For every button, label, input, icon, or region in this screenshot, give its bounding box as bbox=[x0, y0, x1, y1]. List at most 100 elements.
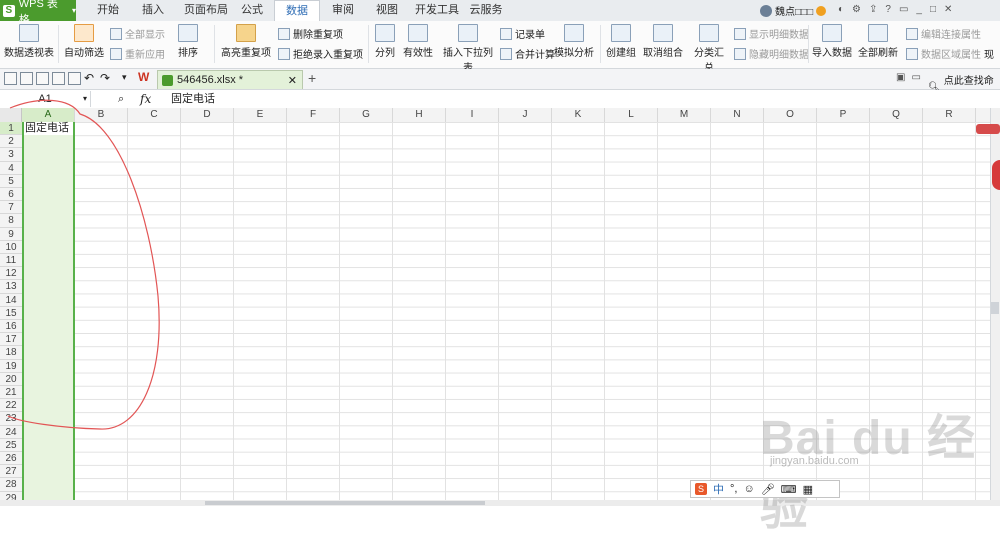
edit-link-button[interactable]: 编辑连接属性 bbox=[906, 26, 981, 41]
print-icon[interactable] bbox=[52, 72, 65, 85]
record-form-button[interactable]: 记录单 bbox=[500, 26, 545, 41]
validity-button[interactable]: 有效性 bbox=[400, 24, 436, 59]
range-props-button[interactable]: 数据区域属性 bbox=[906, 46, 981, 61]
column-header-k[interactable]: K bbox=[552, 108, 605, 122]
ribbon-divider bbox=[600, 25, 601, 63]
keyboard-icon[interactable]: ⌨ bbox=[781, 483, 797, 496]
tab-insert[interactable]: 插入 bbox=[135, 0, 171, 21]
save-icon[interactable] bbox=[36, 72, 49, 85]
import-data-button[interactable]: 导入数据 bbox=[812, 24, 852, 59]
watermark-logo: Bai du 经验 bbox=[760, 412, 977, 535]
maximize-icon[interactable]: □ bbox=[930, 4, 936, 15]
insert-dropdown-button[interactable]: 插入下拉列表 bbox=[440, 24, 496, 74]
column-header-q[interactable]: Q bbox=[870, 108, 923, 122]
remove-duplicates-button[interactable]: 删除重复项 bbox=[278, 26, 343, 41]
column-header-o[interactable]: O bbox=[764, 108, 817, 122]
show-detail-button[interactable]: 显示明细数据 bbox=[734, 26, 809, 41]
tab-view[interactable]: 视图 bbox=[370, 0, 404, 21]
mic-icon[interactable]: 🎤︎ bbox=[761, 483, 775, 496]
column-header-l[interactable]: L bbox=[605, 108, 658, 122]
column-gridline bbox=[710, 122, 711, 500]
row-header-28[interactable]: 28 bbox=[0, 478, 22, 492]
merge-calc-button[interactable]: 合并计算 bbox=[500, 46, 555, 61]
split-button[interactable]: 分列 bbox=[372, 24, 398, 59]
column-gridline bbox=[445, 122, 446, 500]
create-group-button[interactable]: 创建组 bbox=[605, 24, 637, 59]
import-icon bbox=[822, 24, 842, 42]
column-header-r[interactable]: R bbox=[923, 108, 976, 122]
hide-detail-button[interactable]: 隐藏明细数据 bbox=[734, 46, 809, 61]
tab-home[interactable]: 开始 bbox=[88, 0, 128, 21]
merge-calc-icon bbox=[500, 47, 512, 60]
tab-review[interactable]: 审阅 bbox=[326, 0, 360, 21]
promo-widget[interactable] bbox=[992, 160, 1000, 190]
row-header-26[interactable]: 26 bbox=[0, 452, 22, 466]
column-header-f[interactable]: F bbox=[287, 108, 340, 122]
reapply-button[interactable]: 重新应用 bbox=[110, 46, 165, 61]
promo-badge[interactable] bbox=[976, 124, 1000, 134]
tab-page-layout[interactable]: 页面布局 bbox=[178, 0, 234, 21]
scroll-thumb[interactable] bbox=[991, 302, 999, 314]
punctuation-icon[interactable]: °, bbox=[730, 483, 737, 495]
row-header-27[interactable]: 27 bbox=[0, 465, 22, 479]
share-icon[interactable]: ⇪ bbox=[869, 4, 877, 15]
range-props-icon bbox=[906, 47, 918, 60]
document-tab[interactable]: 546456.xlsx * ✕ bbox=[157, 70, 303, 89]
column-header-j[interactable]: J bbox=[499, 108, 552, 122]
undo-icon[interactable]: ↶ bbox=[84, 71, 94, 85]
open-icon[interactable] bbox=[20, 72, 33, 85]
tab-cloud[interactable]: 云服务 bbox=[466, 0, 506, 21]
customize-dropdown-icon[interactable]: ▾ bbox=[122, 72, 127, 83]
skin-icon[interactable]: ◐ bbox=[838, 4, 844, 15]
layout-icon[interactable]: ▣ bbox=[896, 72, 905, 83]
tab-developer[interactable]: 开发工具 bbox=[412, 0, 462, 21]
refresh-all-button[interactable]: 全部刷新 bbox=[856, 24, 900, 59]
tab-data[interactable]: 数据 bbox=[274, 0, 320, 23]
user-account[interactable]: 魏点□□□ bbox=[760, 3, 827, 18]
column-header-m[interactable]: M bbox=[658, 108, 711, 122]
column-header-g[interactable]: G bbox=[340, 108, 393, 122]
highlight-label: 高亮重复项 bbox=[221, 48, 271, 59]
group-icon bbox=[611, 24, 631, 42]
emoji-icon[interactable]: ☺ bbox=[743, 483, 754, 495]
tab-formula[interactable]: 公式 bbox=[235, 0, 269, 21]
pivot-table-button[interactable]: 数据透视表 bbox=[4, 24, 54, 59]
validity-icon bbox=[408, 24, 428, 42]
show-all-button[interactable]: 全部显示 bbox=[110, 26, 165, 41]
restore-icon[interactable]: ▭ bbox=[899, 4, 908, 15]
subtotal-button[interactable]: 分类汇总 bbox=[690, 24, 728, 74]
column-header-p[interactable]: P bbox=[817, 108, 870, 122]
window-icon[interactable]: ▭ bbox=[911, 72, 920, 83]
ungroup-button[interactable]: 取消组合 bbox=[640, 24, 686, 59]
reject-duplicates-button[interactable]: 拒绝录入重复项 bbox=[278, 46, 363, 61]
simulate-button[interactable]: 模拟分析 bbox=[554, 24, 594, 59]
close-icon[interactable]: ✕ bbox=[944, 4, 952, 15]
column-header-d[interactable]: D bbox=[181, 108, 234, 122]
new-tab-icon[interactable]: + bbox=[308, 70, 316, 86]
edit-link-icon bbox=[906, 27, 918, 40]
autofilter-button[interactable]: 自动筛选 bbox=[64, 24, 104, 59]
column-header-i[interactable]: I bbox=[446, 108, 499, 122]
ime-toolbar[interactable]: S 中 °, ☺ 🎤︎ ⌨ ▦ bbox=[690, 480, 840, 498]
ime-mode-label[interactable]: 中 bbox=[713, 481, 724, 497]
column-header-e[interactable]: E bbox=[234, 108, 287, 122]
app-menu-button[interactable]: S WPS 表格 ▾ bbox=[0, 0, 76, 26]
settings-icon[interactable]: ⚙ bbox=[852, 4, 861, 15]
sort-button[interactable]: 排序 bbox=[168, 24, 208, 59]
new-icon[interactable] bbox=[4, 72, 17, 85]
minimize-icon[interactable]: _ bbox=[916, 4, 922, 15]
avatar bbox=[760, 4, 772, 17]
more-button[interactable]: 现 bbox=[984, 46, 994, 61]
column-header-h[interactable]: H bbox=[393, 108, 446, 122]
close-tab-icon[interactable]: ✕ bbox=[288, 74, 297, 87]
row-header-25[interactable]: 25 bbox=[0, 438, 22, 452]
help-icon[interactable]: ? bbox=[885, 4, 891, 15]
redo-icon[interactable]: ↷ bbox=[100, 71, 110, 85]
remove-dup-label: 删除重复项 bbox=[293, 30, 343, 41]
toolbox-icon[interactable]: ▦ bbox=[803, 483, 813, 496]
wps-w-icon: W bbox=[138, 70, 150, 84]
hscroll-thumb[interactable] bbox=[205, 501, 485, 505]
print-preview-icon[interactable] bbox=[68, 72, 81, 85]
highlight-duplicates-button[interactable]: 高亮重复项 bbox=[218, 24, 274, 59]
column-header-n[interactable]: N bbox=[711, 108, 764, 122]
